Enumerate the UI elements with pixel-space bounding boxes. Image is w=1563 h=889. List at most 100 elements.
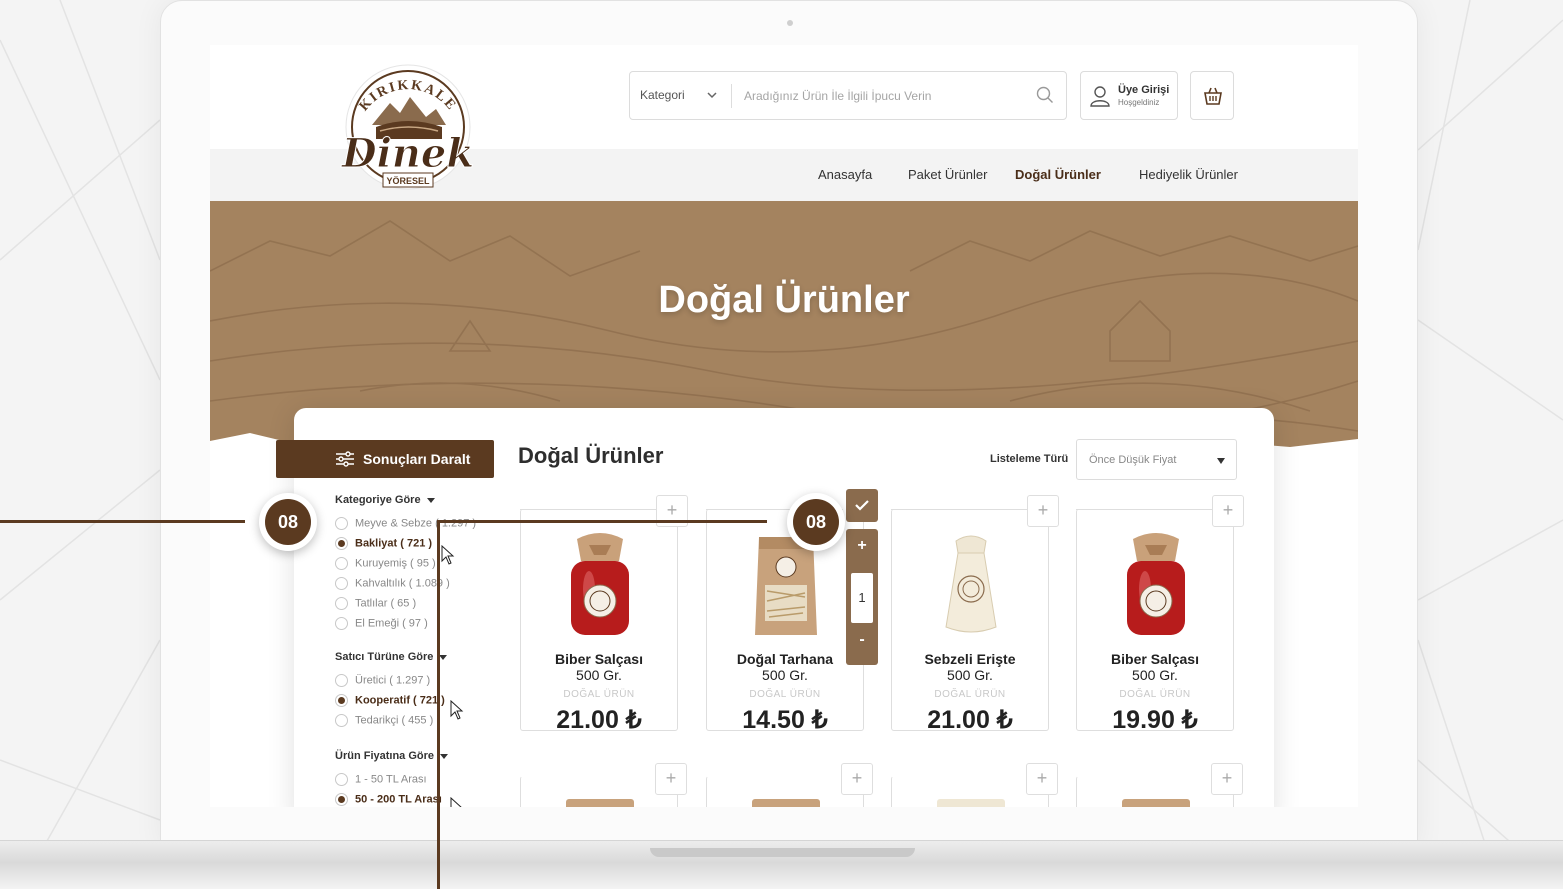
callout-line — [0, 520, 245, 523]
confirm-quantity-button[interactable] — [846, 489, 878, 522]
caret-down-icon — [426, 497, 435, 503]
product-image-peek — [566, 799, 634, 807]
product-image-peek — [1122, 799, 1190, 807]
filter-option[interactable]: Üretici ( 1.297 ) — [335, 674, 430, 688]
product-weight: 500 Gr. — [762, 667, 808, 683]
mouse-cursor-icon — [441, 545, 455, 565]
filter-option[interactable]: Tedarikçi ( 455 ) — [335, 714, 433, 728]
filter-group-price[interactable]: Ürün Fiyatına Göre — [335, 750, 449, 762]
filter-option[interactable]: Bakliyat ( 721 ) — [335, 537, 432, 551]
product-card[interactable]: + Sebzeli Erişte 500 Gr. DOĞAL ÜRÜN 21.0… — [891, 495, 1059, 734]
add-to-cart-button[interactable]: + — [1026, 763, 1058, 795]
radio-button[interactable] — [335, 557, 348, 570]
product-name: Sebzeli Erişte — [924, 651, 1016, 667]
hero-title: Doğal Ürünler — [658, 279, 910, 321]
login-title: Üye Girişi — [1118, 84, 1170, 96]
filter-option[interactable]: Tatlılar ( 65 ) — [335, 597, 416, 611]
product-price: 21.00 ₺ — [556, 706, 642, 734]
product-card[interactable]: + Biber Salçası 500 Gr. DOĞAL ÜRÜN 19.90… — [1076, 495, 1244, 734]
callout-badge: 08 — [259, 493, 317, 551]
product-price: 21.00 ₺ — [927, 706, 1013, 734]
radio-button[interactable] — [335, 577, 348, 590]
product-weight: 500 Gr. — [947, 667, 993, 683]
user-icon — [1090, 86, 1110, 107]
nav-item-anasayfa[interactable]: Anasayfa — [818, 167, 872, 182]
logo-bottom-text: YÖRESEL — [386, 176, 430, 186]
chevron-down-icon[interactable] — [706, 89, 718, 101]
radio-button[interactable] — [335, 694, 348, 707]
caret-down-icon — [1217, 458, 1225, 464]
add-to-cart-button[interactable]: + — [1212, 495, 1244, 527]
add-to-cart-button[interactable]: + — [1027, 495, 1059, 527]
sort-select[interactable]: Önce Düşük Fiyat — [1076, 439, 1237, 480]
product-tag: DOĞAL ÜRÜN — [749, 689, 821, 700]
jar-icon — [1127, 533, 1185, 635]
filter-sliders-icon — [336, 451, 354, 467]
radio-button[interactable] — [335, 793, 348, 806]
filter-option[interactable]: Kuruyemiş ( 95 ) — [335, 557, 436, 571]
mouse-cursor-icon — [450, 797, 462, 807]
callout-line — [437, 520, 440, 889]
product-price: 14.50 ₺ — [742, 706, 828, 734]
product-card[interactable]: Doğal Tarhana 500 Gr. DOĞAL ÜRÜN 14.50 ₺ — [706, 509, 864, 734]
product-card[interactable]: + — [1076, 763, 1243, 807]
product-image-peek — [937, 799, 1005, 807]
sack-icon — [945, 535, 997, 633]
radio-button[interactable] — [335, 617, 348, 630]
filter-option[interactable]: El Emeği ( 97 ) — [335, 617, 428, 631]
nav-item-dogal-urunler[interactable]: Doğal Ürünler — [1015, 167, 1101, 182]
quantity-increase-button[interactable]: + — [846, 537, 878, 555]
radio-button[interactable] — [335, 537, 348, 550]
browser-screen: Kategori Üye Girişi Hoşgeldiniz Anasayfa… — [210, 45, 1358, 807]
add-to-cart-button[interactable]: + — [655, 763, 687, 795]
product-tag: DOĞAL ÜRÜN — [563, 689, 635, 700]
filter-group-category[interactable]: Kategoriye Göre — [335, 494, 435, 506]
add-to-cart-button[interactable]: + — [841, 763, 873, 795]
callout-line — [437, 520, 767, 523]
product-card[interactable]: + — [706, 763, 873, 807]
product-weight: 500 Gr. — [1132, 667, 1178, 683]
category-select[interactable]: Kategori — [640, 88, 685, 102]
product-name: Biber Salçası — [555, 651, 643, 667]
radio-button[interactable] — [335, 517, 348, 530]
filter-group-seller-type[interactable]: Satıcı Türüne Göre — [335, 651, 448, 663]
listing-title: Doğal Ürünler — [518, 443, 664, 468]
login-subtitle: Hoşgeldiniz — [1118, 98, 1160, 107]
product-card[interactable]: + Biber Salçası 500 Gr. DOĞAL ÜRÜN 21.00… — [520, 495, 688, 734]
cart-button[interactable] — [1190, 71, 1234, 120]
filter-option[interactable]: 1 - 50 TL Arası — [335, 773, 427, 787]
search-icon[interactable] — [1036, 86, 1054, 104]
nav-item-hediyelik-urunler[interactable]: Hediyelik Ürünler — [1139, 167, 1238, 182]
product-name: Doğal Tarhana — [736, 651, 834, 667]
quantity-stepper[interactable]: + 1 - — [846, 529, 878, 665]
product-tag: DOĞAL ÜRÜN — [1119, 689, 1191, 700]
brand-logo[interactable]: KIRIKKALE Dinek YÖRESEL — [328, 55, 488, 205]
product-weight: 500 Gr. — [576, 667, 622, 683]
add-to-cart-button[interactable]: + — [1211, 763, 1243, 795]
camera-dot — [787, 20, 793, 26]
product-price: 19.90 ₺ — [1112, 706, 1198, 734]
filter-option[interactable]: Kooperatif ( 721 ) — [335, 694, 445, 708]
checkmark-icon — [855, 500, 869, 511]
radio-button[interactable] — [335, 773, 348, 786]
filter-option[interactable]: 50 - 200 TL Arası — [335, 793, 442, 807]
mouse-cursor-icon — [450, 700, 464, 720]
nav-item-paket-urunler[interactable]: Paket Ürünler — [908, 167, 987, 182]
product-image-peek — [752, 799, 820, 807]
narrow-results-button[interactable]: Sonuçları Daralt — [276, 440, 494, 478]
radio-button[interactable] — [335, 714, 348, 727]
radio-button[interactable] — [335, 597, 348, 610]
callout-badge: 08 — [787, 493, 845, 551]
filter-option[interactable]: Kahvaltılık ( 1.089 ) — [335, 577, 450, 591]
quantity-decrease-button[interactable]: - — [846, 631, 878, 649]
login-button[interactable]: Üye Girişi Hoşgeldiniz — [1080, 71, 1178, 120]
sort-selected-value: Önce Düşük Fiyat — [1089, 454, 1177, 466]
radio-button[interactable] — [335, 674, 348, 687]
logo-brand-text: Dinek — [341, 130, 474, 177]
product-tag: DOĞAL ÜRÜN — [934, 689, 1006, 700]
search-input[interactable] — [744, 82, 1024, 110]
quantity-value[interactable]: 1 — [851, 573, 873, 623]
product-card[interactable]: + — [520, 763, 687, 807]
product-name: Biber Salçası — [1111, 651, 1199, 667]
product-card[interactable]: + — [891, 763, 1058, 807]
